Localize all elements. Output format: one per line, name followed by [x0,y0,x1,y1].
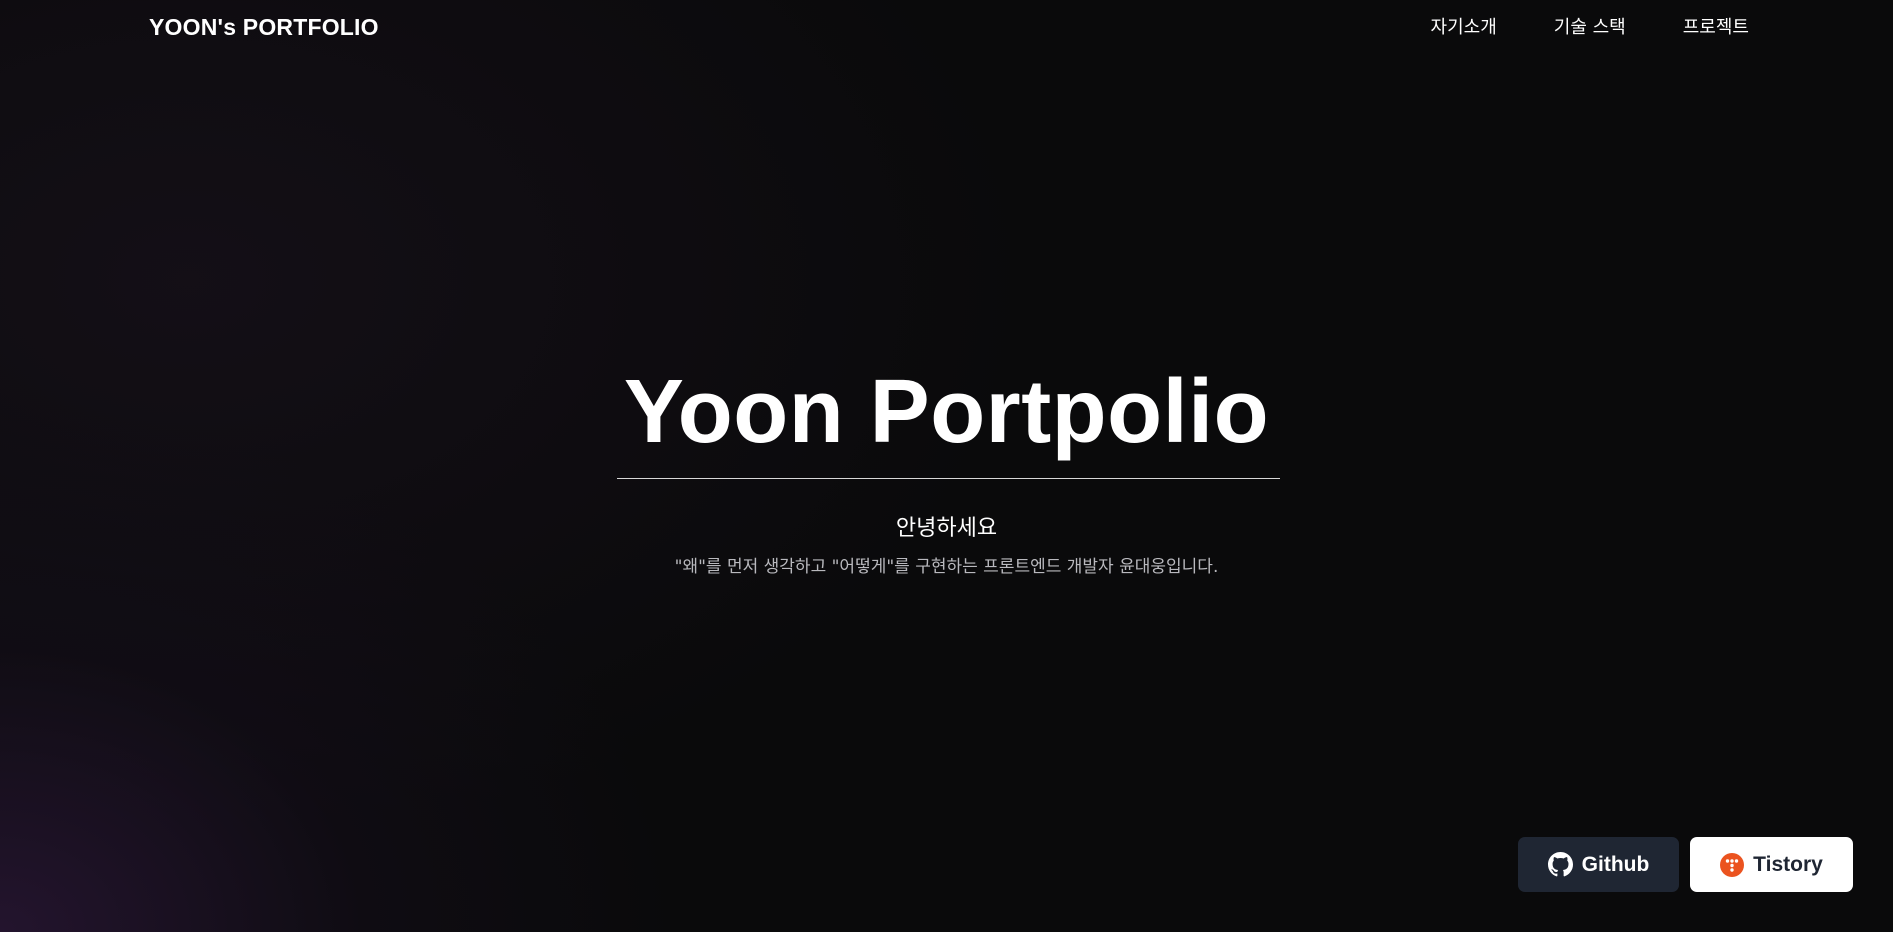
hero-description: "왜"를 먼저 생각하고 "어떻게"를 구현하는 프론트엔드 개발자 윤대웅입니… [674,557,1219,577]
tistory-button[interactable]: Tistory [1690,837,1853,892]
main-nav: 자기소개 기술 스택 프로젝트 [1431,13,1749,39]
site-header: YOON's PORTFOLIO 자기소개 기술 스택 프로젝트 [0,0,1893,56]
external-links: Github Tistory [1518,837,1853,892]
nav-item-skills[interactable]: 기술 스택 [1554,13,1626,39]
github-icon [1547,852,1573,877]
tistory-button-label: Tistory [1753,852,1823,876]
github-button-label: Github [1581,852,1650,876]
hero-divider [617,478,1280,479]
hero-greeting: 안녕하세요 [895,516,998,541]
hero-title: Yoon Portpolio [623,362,1270,462]
github-button[interactable]: Github [1518,837,1679,892]
nav-item-projects[interactable]: 프로젝트 [1683,13,1749,39]
nav-item-about[interactable]: 자기소개 [1431,13,1497,39]
site-logo[interactable]: YOON's PORTFOLIO [149,14,379,41]
tistory-icon [1720,852,1745,877]
